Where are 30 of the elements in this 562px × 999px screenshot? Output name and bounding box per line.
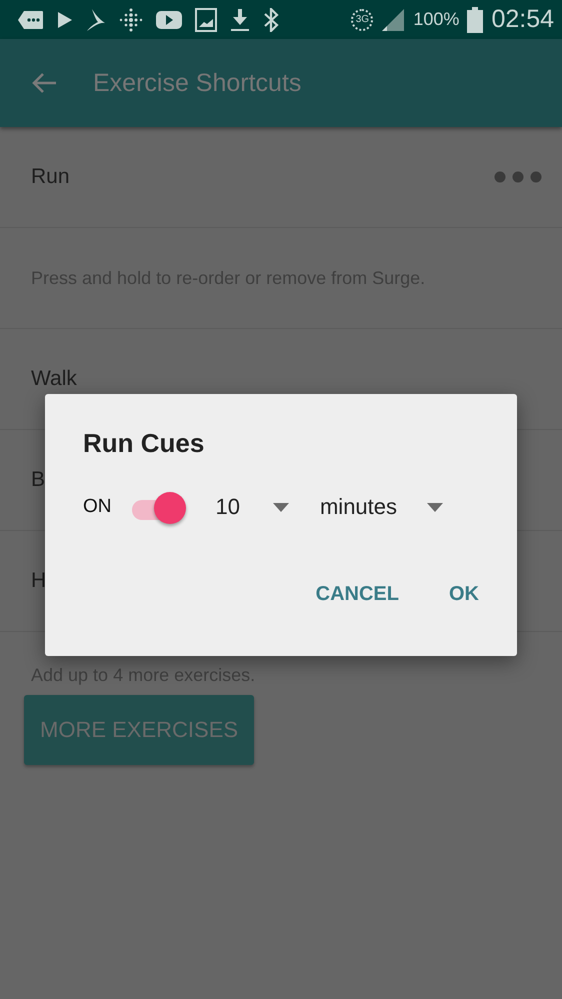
dots-grid-icon — [119, 8, 143, 32]
play-icon — [57, 10, 73, 28]
battery-icon — [467, 6, 484, 32]
video-play-icon — [156, 10, 182, 30]
dropdown-caret-icon — [427, 502, 444, 512]
unit-dropdown[interactable]: minutes — [320, 494, 444, 520]
exercise-name[interactable]: Run — [31, 165, 70, 189]
exercise-name[interactable]: B — [31, 468, 46, 492]
clock: 02:54 — [491, 5, 554, 34]
dropdown-caret-icon — [272, 502, 289, 512]
bluetooth-icon — [263, 8, 279, 32]
image-icon — [195, 8, 217, 32]
more-icon[interactable] — [494, 171, 542, 183]
back-arrow-icon[interactable] — [31, 72, 57, 94]
dialog-title: Run Cues — [83, 428, 206, 459]
message-icon — [18, 10, 44, 30]
battery-percent: 100% — [413, 9, 460, 30]
dialog-button[interactable]: OK — [437, 575, 491, 614]
exercise-name[interactable]: Walk — [31, 367, 77, 391]
screen-title: Exercise Shortcuts — [93, 68, 302, 98]
interval-dropdown[interactable]: 10 — [216, 494, 289, 520]
toggle-switch[interactable] — [132, 491, 186, 523]
exercise-name[interactable]: H — [31, 569, 46, 593]
more-exercises-button[interactable]: MORE EXERCISES — [24, 695, 254, 765]
network-indicator: 3G — [351, 8, 374, 30]
dialog-button[interactable]: CANCEL — [304, 575, 411, 614]
swoosh-icon — [86, 8, 106, 32]
download-icon — [230, 8, 250, 32]
signal-icon — [381, 8, 406, 32]
switch-label: ON — [83, 496, 112, 518]
